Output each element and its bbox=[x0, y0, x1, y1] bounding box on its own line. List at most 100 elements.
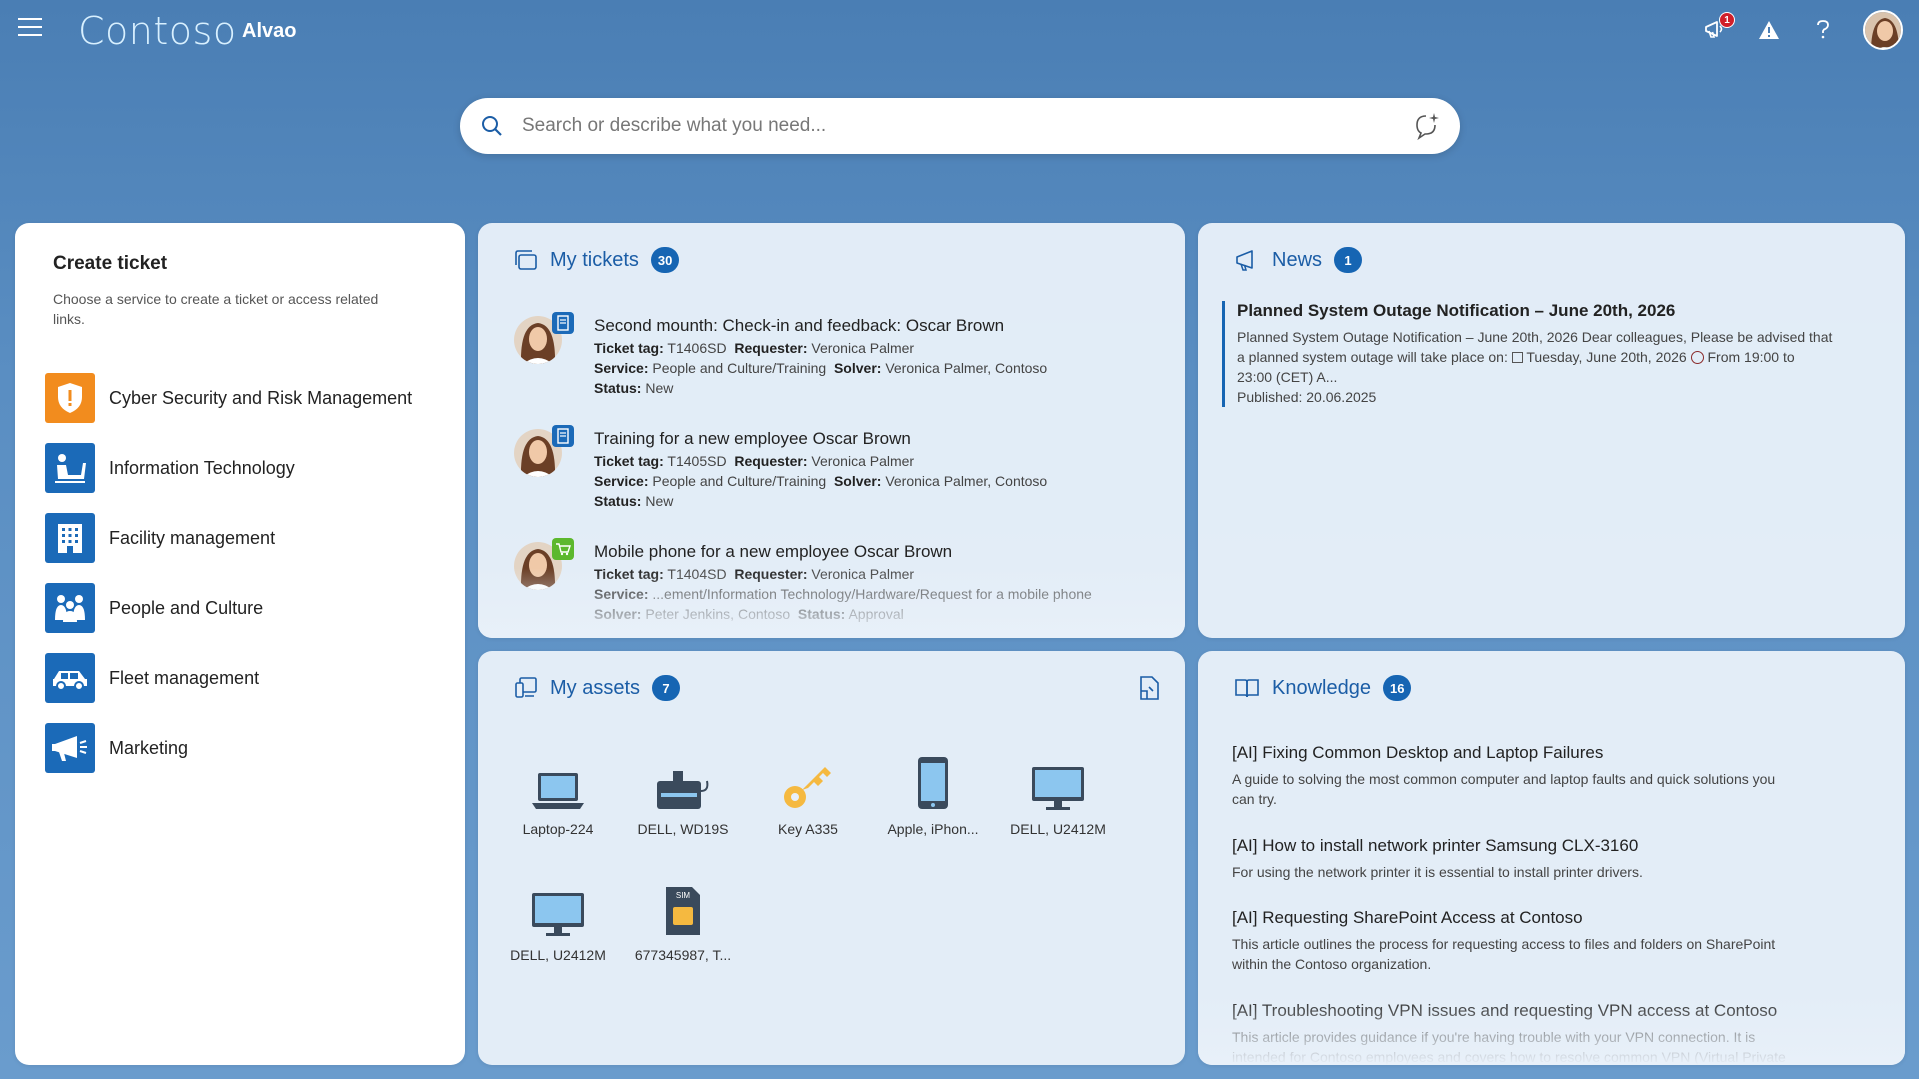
news-header[interactable]: News 1 bbox=[1234, 247, 1363, 273]
help-icon[interactable] bbox=[1809, 16, 1837, 44]
monitor-icon bbox=[498, 877, 618, 937]
book-icon bbox=[1235, 679, 1259, 698]
my-assets-header[interactable]: My assets 7 bbox=[514, 675, 681, 701]
cart-icon bbox=[552, 538, 574, 560]
asset-label: DELL, WD19S bbox=[637, 821, 729, 837]
shield-icon bbox=[45, 373, 95, 423]
monitor-icon bbox=[998, 751, 1118, 811]
news-item[interactable]: Planned System Outage Notification – Jun… bbox=[1222, 301, 1862, 407]
asset-item[interactable]: Key A335 bbox=[748, 751, 868, 837]
building-icon bbox=[45, 513, 95, 563]
service-label: Information Technology bbox=[109, 457, 295, 478]
knowledge-header[interactable]: Knowledge 16 bbox=[1234, 675, 1412, 701]
knowledge-item-title[interactable]: [AI] Fixing Common Desktop and Laptop Fa… bbox=[1232, 743, 1852, 763]
service-facility-management[interactable]: Facility management bbox=[45, 503, 412, 573]
asset-item[interactable]: Laptop-224 bbox=[498, 751, 618, 837]
knowledge-item[interactable]: [AI] Fixing Common Desktop and Laptop Fa… bbox=[1232, 743, 1852, 809]
knowledge-item-title[interactable]: [AI] Troubleshooting VPN issues and requ… bbox=[1232, 1001, 1852, 1021]
knowledge-item[interactable]: [AI] Requesting SharePoint Access at Con… bbox=[1232, 908, 1852, 974]
knowledge-count: 16 bbox=[1382, 675, 1412, 701]
knowledge-item[interactable]: [AI] How to install network printer Sams… bbox=[1232, 836, 1852, 882]
document-icon bbox=[552, 312, 574, 334]
my-tickets-title: My tickets bbox=[550, 248, 639, 271]
megaphone-icon bbox=[1236, 250, 1253, 271]
search-bar bbox=[460, 98, 1460, 154]
key-icon bbox=[748, 751, 868, 811]
ticket-status-line: Status: New bbox=[594, 493, 674, 509]
avatar[interactable] bbox=[1863, 10, 1903, 50]
asset-item[interactable]: DELL, WD19S bbox=[623, 751, 743, 837]
ticket-meta-line: Ticket tag: T1406SD Requester: Veronica … bbox=[594, 340, 915, 356]
create-ticket-subtitle: Choose a service to create a ticket or a… bbox=[53, 291, 379, 327]
menu-icon[interactable] bbox=[18, 18, 42, 38]
ticket-meta-line: Service: ...ement/Information Technology… bbox=[594, 586, 1092, 602]
knowledge-card: Knowledge 16 [AI] Fixing Common Desktop … bbox=[1198, 651, 1905, 1065]
it-person-icon bbox=[45, 443, 95, 493]
ticket-title[interactable]: Mobile phone for a new employee Oscar Br… bbox=[594, 542, 952, 562]
knowledge-item-title[interactable]: [AI] Requesting SharePoint Access at Con… bbox=[1232, 908, 1852, 928]
my-tickets-header[interactable]: My tickets 30 bbox=[514, 247, 680, 273]
my-assets-card: My assets 7 Laptop-224 DELL, WD19S Key A… bbox=[478, 651, 1185, 1065]
knowledge-item-title[interactable]: [AI] How to install network printer Sams… bbox=[1232, 836, 1852, 856]
ticket-meta-line: Service: People and Culture/Training Sol… bbox=[594, 360, 1048, 376]
tickets-icon bbox=[515, 250, 537, 270]
asset-label: 677345987, T... bbox=[634, 947, 732, 963]
knowledge-item-desc: This article outlines the process for re… bbox=[1232, 936, 1776, 972]
ticket-meta-line: Service: People and Culture/Training Sol… bbox=[594, 473, 1048, 489]
asset-report-icon[interactable] bbox=[1137, 675, 1161, 706]
asset-label: DELL, U2412M bbox=[510, 947, 606, 963]
search-icon bbox=[480, 114, 504, 143]
asset-item[interactable]: SIM 677345987, T... bbox=[623, 877, 743, 963]
news-count: 1 bbox=[1334, 247, 1363, 273]
news-item-body: Planned System Outage Notification – Jun… bbox=[1237, 327, 1862, 407]
notification-badge: 1 bbox=[1719, 12, 1735, 28]
service-marketing[interactable]: Marketing bbox=[45, 713, 412, 783]
my-tickets-count: 30 bbox=[650, 247, 680, 273]
ticket-item[interactable]: Second mounth: Check-in and feedback: Os… bbox=[514, 312, 1154, 416]
service-label: Facility management bbox=[109, 527, 276, 548]
dock-icon bbox=[623, 751, 743, 811]
brand-logo[interactable]: Contoso bbox=[78, 9, 237, 53]
asset-label: DELL, U2412M bbox=[1010, 821, 1106, 837]
people-icon bbox=[45, 583, 95, 633]
megaphone-icon[interactable]: 1 bbox=[1701, 12, 1735, 44]
service-people-and-culture[interactable]: People and Culture bbox=[45, 573, 412, 643]
news-item-title[interactable]: Planned System Outage Notification – Jun… bbox=[1237, 301, 1862, 321]
search-input[interactable] bbox=[522, 110, 1362, 142]
sim-card-icon: SIM bbox=[623, 877, 743, 937]
knowledge-title: Knowledge bbox=[1272, 676, 1371, 699]
my-assets-count: 7 bbox=[652, 675, 681, 701]
ticket-item[interactable]: Mobile phone for a new employee Oscar Br… bbox=[514, 538, 1154, 638]
service-information-technology[interactable]: Information Technology bbox=[45, 433, 412, 503]
service-list: Cyber Security and Risk Management Infor… bbox=[45, 363, 412, 783]
ticket-meta-line: Ticket tag: T1405SD Requester: Veronica … bbox=[594, 453, 915, 469]
asset-item[interactable]: Apple, iPhon... bbox=[873, 751, 993, 837]
warning-icon[interactable] bbox=[1755, 16, 1783, 44]
service-fleet-management[interactable]: Fleet management bbox=[45, 643, 412, 713]
create-ticket-title: Create ticket bbox=[53, 253, 168, 274]
news-title: News bbox=[1272, 248, 1323, 271]
ticket-item[interactable]: Training for a new employee Oscar Brown … bbox=[514, 425, 1154, 529]
service-label: People and Culture bbox=[109, 597, 264, 618]
clock-icon bbox=[1690, 351, 1704, 364]
calendar-icon bbox=[1511, 352, 1523, 363]
megaphone-icon bbox=[45, 723, 95, 773]
my-tickets-card: My tickets 30 Second mounth: Check-in an… bbox=[478, 223, 1185, 638]
ticket-title[interactable]: Second mounth: Check-in and feedback: Os… bbox=[594, 316, 1004, 336]
asset-item[interactable]: DELL, U2412M bbox=[998, 751, 1118, 837]
asset-item[interactable]: DELL, U2412M bbox=[498, 877, 618, 963]
car-icon bbox=[45, 653, 95, 703]
asset-label: Laptop-224 bbox=[522, 821, 594, 837]
ai-chat-icon[interactable] bbox=[1412, 111, 1442, 146]
create-ticket-card: Create ticket Choose a service to create… bbox=[15, 223, 465, 1065]
knowledge-item[interactable]: [AI] Troubleshooting VPN issues and requ… bbox=[1232, 1001, 1852, 1065]
service-cyber-security[interactable]: Cyber Security and Risk Management bbox=[45, 363, 412, 433]
laptop-icon bbox=[498, 751, 618, 811]
service-label: Cyber Security and Risk Management bbox=[109, 387, 413, 408]
ticket-meta-line: Solver: Peter Jenkins, Contoso Status: A… bbox=[594, 606, 904, 622]
knowledge-item-desc: For using the network printer it is esse… bbox=[1232, 864, 1643, 880]
ticket-title[interactable]: Training for a new employee Oscar Brown bbox=[594, 429, 911, 449]
devices-icon bbox=[515, 677, 537, 698]
ticket-meta-line: Ticket tag: T1404SD Requester: Veronica … bbox=[594, 566, 915, 582]
app-name: Alvao bbox=[242, 20, 297, 42]
